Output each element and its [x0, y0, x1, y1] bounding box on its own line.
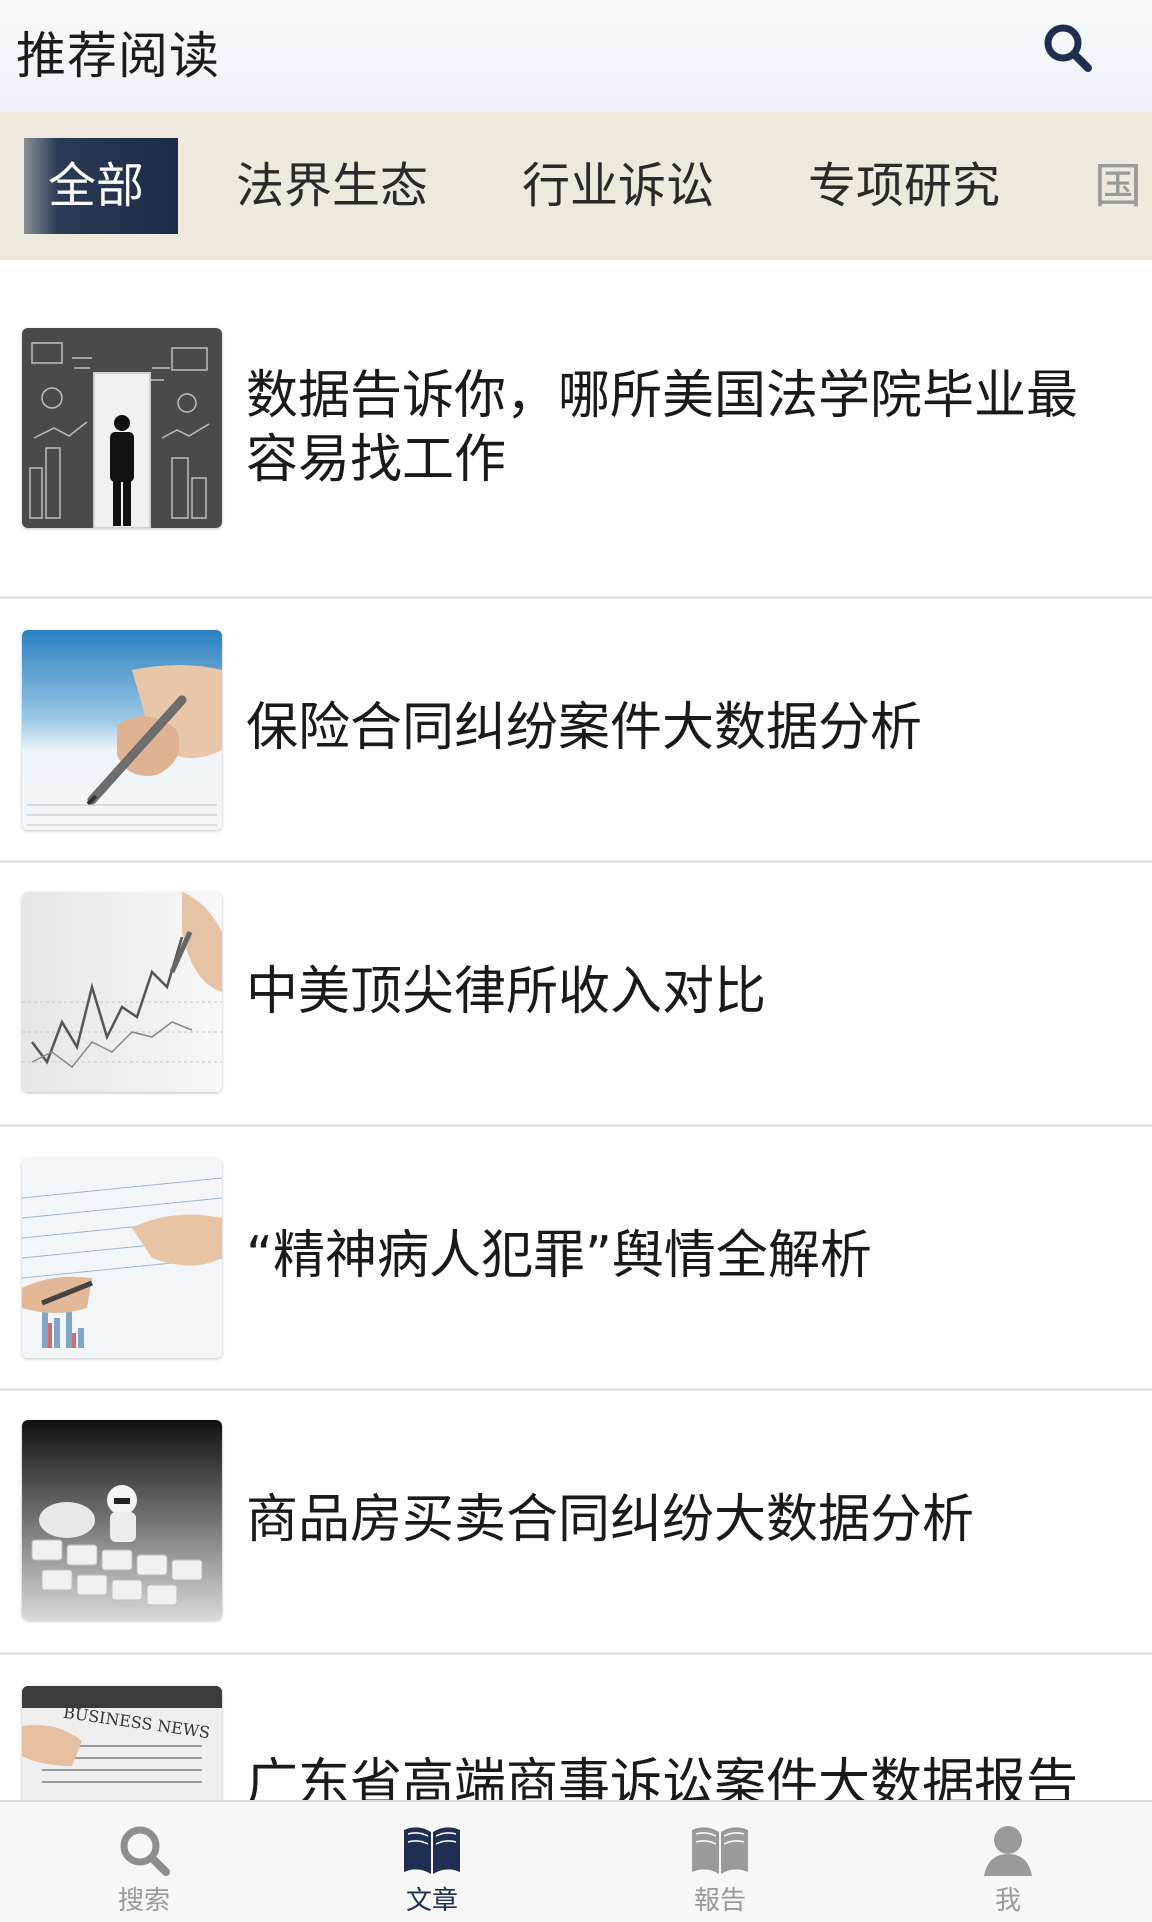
nav-reports[interactable]: 報告: [576, 1802, 864, 1922]
book-icon: [692, 1827, 748, 1874]
app-header: 推荐阅读: [0, 0, 1152, 112]
tab-special-research[interactable]: 专项研究: [808, 138, 1000, 234]
tab-all[interactable]: 全部: [24, 138, 179, 234]
pen-writing-image: [22, 630, 222, 830]
list-item[interactable]: 商品房买卖合同纠纷大数据分析: [0, 1388, 1152, 1655]
article-title: 商品房买卖合同纠纷大数据分析: [246, 1490, 975, 1550]
user-icon: [984, 1826, 1032, 1876]
list-item[interactable]: “精神病人犯罪”舆情全解析: [0, 1124, 1152, 1391]
tab-partial[interactable]: 国: [1094, 138, 1142, 234]
article-title: 中美顶尖律所收入对比: [246, 962, 767, 1022]
chalkboard-city-image: [22, 328, 222, 528]
nav-label-reports: 報告: [693, 1886, 746, 1916]
nav-search[interactable]: 搜索: [0, 1802, 288, 1922]
tab-industry-litigation[interactable]: 行业诉讼: [522, 138, 714, 234]
book-icon: [404, 1827, 460, 1874]
article-title: 数据告诉你，哪所美国法学院毕业最容易找工作: [246, 366, 1079, 490]
tab-legal-ecosystem[interactable]: 法界生态: [236, 138, 428, 234]
article-title: “精神病人犯罪”舆情全解析: [246, 1226, 872, 1286]
category-tab-bar: 全部 法界生态 行业诉讼 专项研究 国: [0, 112, 1152, 260]
keyboard-toy-image: [22, 1420, 222, 1620]
article-title: 保险合同纠纷案件大数据分析: [246, 698, 923, 758]
list-item[interactable]: 保险合同纠纷案件大数据分析: [0, 596, 1152, 863]
nav-label-search: 搜索: [117, 1886, 170, 1916]
line-chart-drawing-image: [22, 892, 222, 1092]
nav-label-me: 我: [994, 1886, 1021, 1916]
page-title: 推荐阅读: [16, 27, 220, 85]
handshake-chart-image: [22, 1158, 222, 1358]
list-item[interactable]: 数据告诉你，哪所美国法学院毕业最容易找工作: [0, 260, 1152, 599]
search-button[interactable]: [1040, 20, 1096, 76]
nav-label-articles: 文章: [405, 1886, 458, 1916]
search-icon: [120, 1826, 170, 1876]
nav-me[interactable]: 我: [864, 1802, 1152, 1922]
bottom-navigation: 搜索 文章 報告 我: [0, 1800, 1152, 1922]
search-icon: [1044, 24, 1092, 72]
list-item[interactable]: 中美顶尖律所收入对比: [0, 860, 1152, 1127]
nav-articles[interactable]: 文章: [288, 1802, 576, 1922]
